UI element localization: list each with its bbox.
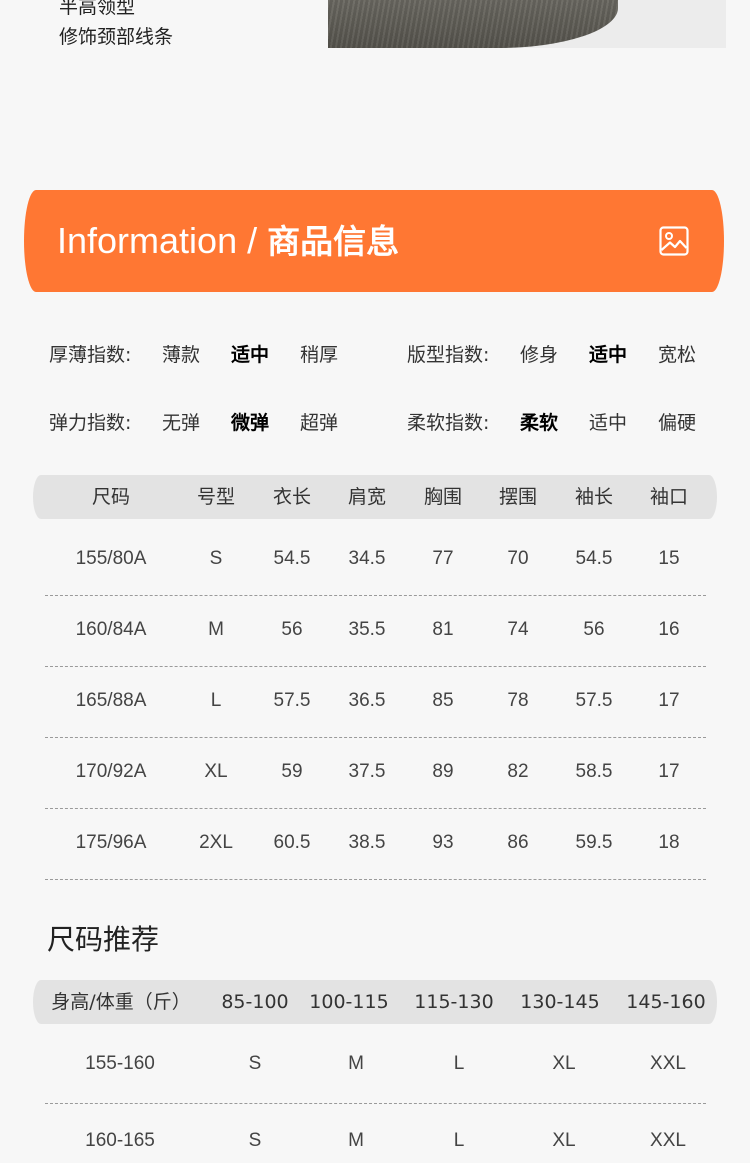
size-table-cell: 17 [658,690,680,711]
row-divider [45,666,706,667]
recommend-header-cell: 115-130 [414,991,494,1013]
row-divider [45,595,706,596]
banner-title-separator: / [237,220,268,261]
size-table-cell: 165/88A [75,690,147,711]
index-option: 修身 [520,344,559,366]
size-table-cell: 16 [658,619,680,640]
index-option: 宽松 [658,344,697,366]
banner-title: Information / 商品信息 [57,216,399,267]
recommend-header-cell: 100-115 [309,991,389,1013]
index-option-selected: 适中 [589,344,628,366]
recommend-cell: M [348,1130,364,1151]
recommend-cell: S [248,1053,262,1074]
size-table-cell: 18 [658,832,680,853]
index-option-selected: 柔软 [520,412,559,434]
knit-fabric-image [328,0,618,48]
row-divider [45,1103,706,1104]
recommend-cell: XL [552,1130,576,1151]
size-table-cell: 160/84A [75,619,147,640]
image-icon[interactable] [658,225,690,257]
size-table-header-cell: 尺码 [91,486,130,508]
intro-line-1: 半高领型 [59,0,136,18]
banner-title-cn: 商品信息 [267,222,400,261]
recommend-cell: XXL [650,1130,686,1151]
size-table-cell: 15 [658,548,680,569]
recommend-header-cell: 身高/体重（斤） [51,991,191,1013]
row-divider [45,737,706,738]
size-table-header-cell: 袖口 [649,486,688,508]
recommend-cell: M [348,1053,364,1074]
row-divider [45,808,706,809]
size-table-cell: 170/92A [75,761,147,782]
recommend-cell: L [453,1053,465,1074]
recommend-cell: L [453,1130,465,1151]
product-detail-photo [328,0,726,48]
recommend-cell: XXL [650,1053,686,1074]
index-row: 柔软指数: 柔软 适中 偏硬 [0,403,750,443]
recommend-cell: 155-160 [85,1053,155,1074]
recommend-cell: 160-165 [85,1130,155,1151]
size-table-cell: 155/80A [75,548,147,569]
index-option: 适中 [589,412,628,434]
recommend-header-cell: 145-160 [626,991,706,1013]
size-table-cell: 17 [658,761,680,782]
index-row: 版型指数: 修身 适中 宽松 [0,335,750,375]
index-label: 柔软指数: [407,412,490,434]
banner-title-en: Information [57,220,238,261]
size-table-cell: 175/96A [75,832,147,853]
index-option: 偏硬 [658,412,697,434]
row-divider [45,879,706,880]
recommend-cell: S [248,1130,262,1151]
intro-text: 半高领型 修饰颈部线条 [59,0,173,52]
info-banner: Information / 商品信息 [24,190,724,292]
index-label: 版型指数: [407,344,490,366]
recommend-title: 尺码推荐 [47,923,160,956]
intro-line-2: 修饰颈部线条 [59,26,174,48]
recommend-header-cell: 130-145 [520,991,600,1013]
recommend-cell: XL [552,1053,576,1074]
